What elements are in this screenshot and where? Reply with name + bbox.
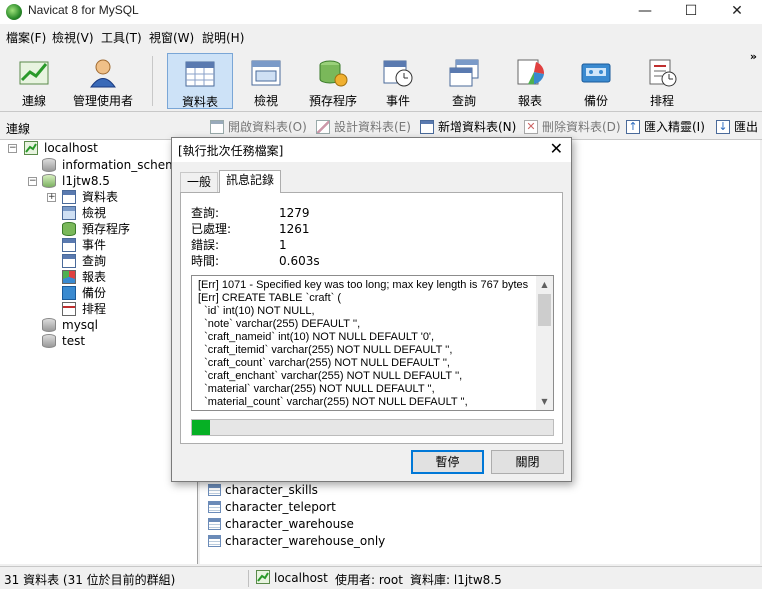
design-table-icon bbox=[316, 120, 330, 134]
query-icon bbox=[62, 254, 76, 268]
pause-button[interactable]: 暫停 bbox=[411, 450, 484, 474]
log-line: [Err] CREATE TABLE `craft` ( bbox=[198, 292, 342, 304]
expand-icon[interactable]: + bbox=[47, 193, 56, 202]
scrollbar-thumb[interactable] bbox=[538, 294, 551, 326]
menu-window[interactable]: 視窗(W) bbox=[149, 29, 194, 46]
log-line: `material` varchar(255) NOT NULL DEFAULT… bbox=[198, 383, 435, 395]
scroll-down-icon[interactable]: ▼ bbox=[536, 393, 553, 410]
status-user: 使用者: root bbox=[335, 573, 403, 587]
toolbar-separator bbox=[152, 56, 153, 106]
navicat-logo-icon bbox=[6, 4, 22, 20]
log-line: [Err] 1071 - Specified key was too long;… bbox=[198, 279, 529, 291]
menu-bar: 檔案(F) 檢視(V) 工具(T) 視窗(W) 說明(H) bbox=[0, 26, 762, 48]
menu-help[interactable]: 說明(H) bbox=[202, 29, 244, 46]
progress-fill bbox=[192, 420, 211, 435]
import-icon: ↑ bbox=[626, 120, 640, 134]
connection-icon bbox=[24, 141, 38, 155]
backup-icon bbox=[581, 63, 611, 83]
connection-panel-title: 連線 bbox=[6, 122, 31, 136]
toolbar-procedures-button[interactable]: 預存程序 bbox=[300, 53, 366, 109]
maximize-button[interactable]: ☐ bbox=[668, 0, 714, 24]
view-icon bbox=[62, 206, 76, 220]
log-line: `id` int(10) NOT NULL, bbox=[198, 305, 315, 317]
toolbar-queries-button[interactable]: 查詢 bbox=[436, 53, 492, 109]
table-icon bbox=[208, 518, 221, 530]
title-bar: Navicat 8 for MySQL — ☐ ✕ bbox=[0, 0, 762, 24]
procedure-icon bbox=[319, 60, 348, 87]
tab-message-log[interactable]: 訊息記錄 bbox=[219, 170, 282, 193]
app-window: Navicat 8 for MySQL — ☐ ✕ 檔案(F) 檢視(V) 工具… bbox=[0, 0, 762, 589]
progress-bar bbox=[191, 419, 554, 436]
status-connection: localhost bbox=[274, 571, 328, 585]
delete-table-icon: ✕ bbox=[524, 120, 538, 134]
table-icon bbox=[62, 190, 76, 204]
menu-tools[interactable]: 工具(T) bbox=[101, 29, 142, 46]
table-icon bbox=[185, 61, 215, 87]
event-icon bbox=[62, 238, 76, 252]
database-icon bbox=[42, 318, 56, 332]
menu-file[interactable]: 檔案(F) bbox=[6, 29, 46, 46]
main-toolbar: 連線 管理使用者 資料表 檢視 預存程序 事件 查詢 報表 備份 排程 » bbox=[0, 48, 762, 112]
dialog-title-bar: [執行批次任務檔案] ✕ bbox=[172, 138, 571, 162]
log-line: `craft_itemid` varchar(255) NOT NULL DEF… bbox=[198, 344, 453, 356]
procedure-icon bbox=[62, 222, 76, 236]
database-icon bbox=[42, 158, 56, 172]
dialog-title: [執行批次任務檔案] bbox=[178, 144, 284, 158]
report-icon bbox=[62, 270, 76, 284]
dialog-close-icon[interactable]: ✕ bbox=[550, 139, 563, 159]
toolbar-tables-button[interactable]: 資料表 bbox=[167, 53, 233, 109]
table-icon bbox=[208, 535, 221, 547]
user-icon bbox=[90, 59, 116, 88]
toolbar-events-button[interactable]: 事件 bbox=[370, 53, 426, 109]
log-line: `craft_nameid` int(10) NOT NULL DEFAULT … bbox=[198, 331, 435, 343]
report-icon bbox=[517, 59, 545, 85]
schedule-icon bbox=[649, 59, 677, 87]
close-window-button[interactable]: ✕ bbox=[714, 0, 760, 24]
log-line: `note` varchar(255) DEFAULT '', bbox=[198, 318, 361, 330]
connection-icon bbox=[19, 61, 49, 85]
scroll-up-icon[interactable]: ▲ bbox=[536, 276, 553, 293]
status-database: 資料庫: l1jtw8.5 bbox=[410, 573, 502, 587]
export-icon: ↓ bbox=[716, 120, 730, 134]
open-table-icon bbox=[210, 120, 224, 134]
dialog-close-button[interactable]: 關閉 bbox=[491, 450, 564, 474]
log-line: `material_count` varchar(255) NOT NULL D… bbox=[198, 396, 468, 408]
query-icon bbox=[449, 59, 479, 87]
tab-general[interactable]: 一般 bbox=[180, 172, 219, 192]
toolbar-reports-button[interactable]: 報表 bbox=[502, 53, 558, 109]
minimize-button[interactable]: — bbox=[622, 0, 668, 24]
backup-icon bbox=[62, 286, 76, 300]
connection-tree: − localhost information_schema − l1jtw8.… bbox=[0, 140, 198, 564]
window-title: Navicat 8 for MySQL bbox=[28, 3, 139, 17]
log-line: `craft_count` varchar(255) NOT NULL DEFA… bbox=[198, 357, 450, 369]
collapse-icon[interactable]: − bbox=[8, 144, 17, 153]
connection-icon bbox=[256, 570, 270, 584]
toolbar-connection-button[interactable]: 連線 bbox=[6, 53, 62, 109]
new-table-icon bbox=[420, 120, 434, 134]
view-icon bbox=[251, 60, 281, 86]
status-separator bbox=[248, 570, 249, 587]
toolbar-overflow-button[interactable]: » bbox=[750, 50, 757, 63]
schedule-icon bbox=[62, 302, 76, 316]
status-bar: 31 資料表 (31 位於目前的群組) localhost 使用者: root … bbox=[0, 566, 762, 589]
batch-task-dialog: [執行批次任務檔案] ✕ 一般 訊息記錄 查詢: 1279 已處理: 1261 … bbox=[171, 137, 572, 482]
toolbar-backup-button[interactable]: 備份 bbox=[568, 53, 624, 109]
toolbar-views-button[interactable]: 檢視 bbox=[238, 53, 294, 109]
menu-view[interactable]: 檢視(V) bbox=[52, 29, 94, 46]
table-icon bbox=[208, 484, 221, 496]
table-icon bbox=[208, 501, 221, 513]
database-icon bbox=[42, 174, 56, 188]
database-icon bbox=[42, 334, 56, 348]
toolbar-schedule-button[interactable]: 排程 bbox=[634, 53, 690, 109]
event-icon bbox=[383, 60, 413, 87]
message-log-box[interactable]: [Err] 1071 - Specified key was too long;… bbox=[191, 275, 554, 411]
collapse-icon[interactable]: − bbox=[28, 177, 37, 186]
log-line: `craft_enchant` varchar(255) NOT NULL DE… bbox=[198, 370, 463, 382]
message-log-panel: 查詢: 1279 已處理: 1261 錯誤: 1 時間: 0.603s [Err… bbox=[180, 192, 563, 444]
log-scrollbar[interactable]: ▲ ▼ bbox=[536, 276, 553, 410]
connection-panel-header: 連線 bbox=[0, 114, 198, 140]
status-table-count: 31 資料表 (31 位於目前的群組) bbox=[4, 573, 176, 587]
toolbar-manage-users-button[interactable]: 管理使用者 bbox=[66, 53, 140, 109]
